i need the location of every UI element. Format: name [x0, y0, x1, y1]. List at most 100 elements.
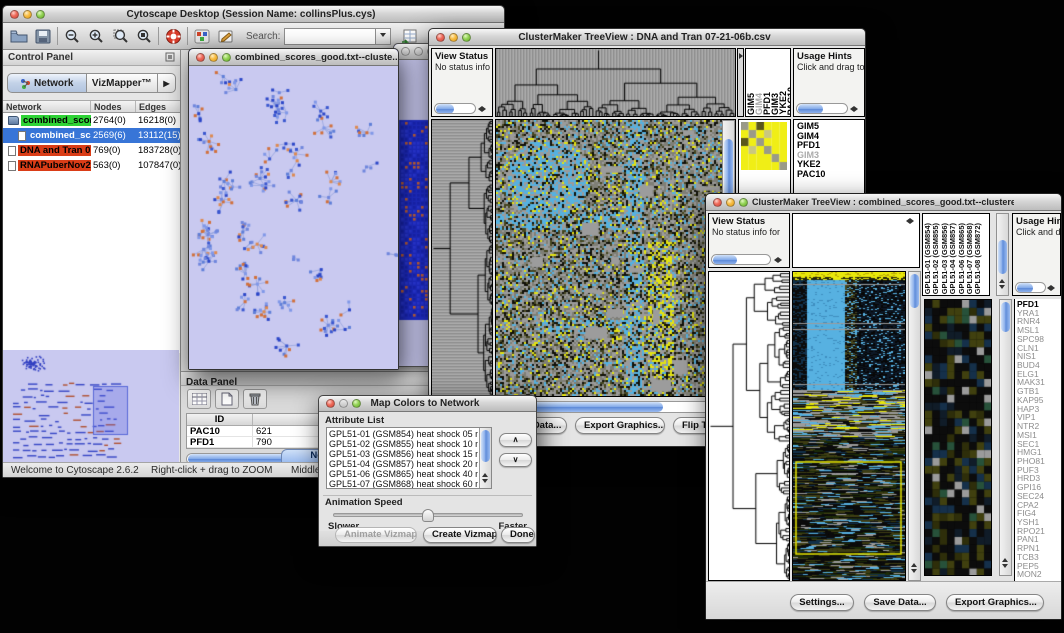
usage-hints-scrollbar[interactable] [796, 103, 848, 114]
zoom-button[interactable] [222, 53, 231, 62]
network-name: DNA and Tran 07 [18, 145, 91, 156]
attribute-list[interactable]: GPL51-01 (GSM854) heat shock 05 minGPL51… [326, 427, 492, 489]
network1-title: combined_scores_good.txt--cluste... [231, 52, 398, 63]
attribute-list-item[interactable]: GPL51-03 (GSM856) heat shock 15 min [327, 449, 478, 459]
treeview1-title: ClusterMaker TreeView : DNA and Tran 07-… [471, 32, 818, 43]
heatmap-global-view[interactable] [792, 271, 906, 581]
attribute-list-item[interactable]: GPL51-02 (GSM855) heat shock 10 min [327, 439, 478, 449]
create-vizmap-button[interactable]: Create Vizmap [423, 527, 497, 543]
delete-attribute-button[interactable] [243, 389, 267, 409]
network-view-canvas[interactable] [189, 66, 398, 369]
minimize-button[interactable] [449, 33, 458, 42]
network-table-header[interactable]: Network Nodes Edges [3, 100, 180, 113]
network-list-row[interactable]: combined_scores2764(0)16218(0) [3, 113, 180, 128]
tab-overflow-button[interactable]: ▶ [158, 73, 176, 93]
zoom-button[interactable] [462, 33, 471, 42]
settings-button[interactable]: Settings... [790, 594, 854, 611]
save-session-button[interactable] [31, 26, 55, 47]
table-col-id[interactable]: ID [187, 414, 253, 425]
column-labels-scrollbar[interactable] [996, 213, 1009, 296]
export-graphics-button[interactable]: Export Graphics... [946, 594, 1044, 611]
search-input[interactable] [284, 28, 376, 45]
create-attribute-button[interactable] [215, 389, 239, 409]
gene-dendrogram-pane[interactable] [431, 119, 493, 397]
zoom-selected-button[interactable] [108, 26, 132, 47]
help-button[interactable] [161, 26, 185, 47]
view-status-scrollbar[interactable] [711, 254, 771, 265]
close-button[interactable] [436, 33, 445, 42]
network-list-row[interactable]: combined_sco2569(6)13112(15) [3, 128, 180, 143]
attribute-list-item[interactable]: GPL51-06 (GSM865) heat shock 40 min [327, 469, 478, 479]
zoom-column-labels: GIM5GIM4PFD1GIM3YKE2PAC10 [745, 48, 791, 117]
move-up-button[interactable]: ∧ [499, 433, 532, 447]
close-button[interactable] [10, 10, 19, 19]
node-count: 2569(6) [91, 130, 136, 141]
network1-title-bar[interactable]: combined_scores_good.txt--cluste... [189, 49, 398, 66]
global-view-vscrollbar[interactable] [908, 271, 921, 581]
minimize-button[interactable] [23, 10, 32, 19]
network-list-row[interactable]: RNAPuberNov2+563(0)107847(0) [3, 158, 180, 173]
minimize-button[interactable] [209, 53, 218, 62]
search-dropdown-button[interactable] [376, 28, 391, 45]
annotation-button[interactable] [214, 26, 238, 47]
zoom-button[interactable] [739, 198, 748, 207]
open-session-button[interactable] [7, 26, 31, 47]
network-view-window-1: combined_scores_good.txt--cluste... [188, 48, 399, 370]
zoom-out-button[interactable] [60, 26, 84, 47]
float-panel-icon[interactable] [165, 49, 175, 67]
save-data-button[interactable]: Save Data... [864, 594, 936, 611]
close-button[interactable] [713, 198, 722, 207]
attribute-select-button[interactable] [187, 389, 211, 409]
network-name: combined_scores [21, 115, 91, 126]
move-down-button[interactable]: ∨ [499, 453, 532, 467]
network-list-row[interactable]: DNA and Tran 07769(0)183728(0) [3, 143, 180, 158]
heatmap-zoom-view[interactable] [924, 299, 992, 576]
heatmap-global-view[interactable] [495, 119, 736, 397]
gene-label: PAC10 [797, 170, 864, 180]
gene-dendrogram-pane[interactable] [708, 271, 790, 581]
view-status-scrollbar[interactable] [434, 103, 476, 114]
done-button[interactable]: Done [501, 527, 535, 543]
attribute-list-item[interactable]: GPL51-07 (GSM868) heat shock 60 min [327, 479, 478, 488]
animate-vizmap-button[interactable]: Animate Vizmap [335, 527, 417, 543]
zoom-in-button[interactable] [84, 26, 108, 47]
usage-hints-scrollbar[interactable] [1015, 282, 1046, 293]
export-graphics-button[interactable]: Export Graphics... [575, 417, 665, 434]
column-labels: GPL51-01 (GSM854)GPL51-02 (GSM855)GPL51-… [922, 213, 990, 296]
attribute-list-item[interactable]: GPL51-01 (GSM854) heat shock 05 min [327, 429, 478, 439]
usage-hints-panel: Usage Hints Click and drag to [1012, 213, 1061, 296]
network-list: combined_scores2764(0)16218(0)combined_s… [3, 113, 180, 353]
treeview2-title: ClusterMaker TreeView : combined_scores_… [748, 197, 1014, 207]
minimize-button[interactable] [414, 47, 423, 56]
close-button[interactable] [401, 47, 410, 56]
treeview-window-2: ClusterMaker TreeView : combined_scores_… [705, 193, 1062, 620]
minimize-button[interactable] [726, 198, 735, 207]
birdseye-view-canvas[interactable] [3, 350, 179, 462]
edge-count: 183728(0) [136, 145, 180, 156]
zoom-fit-button[interactable] [132, 26, 156, 47]
status-zoom-hint: Right-click + drag to ZOOM [151, 465, 272, 476]
map-colors-dialog: Map Colors to Network Attribute List GPL… [318, 395, 537, 547]
zoom-view-vscrollbar[interactable] [999, 299, 1012, 576]
close-button[interactable] [326, 399, 335, 408]
slider-thumb[interactable] [422, 509, 434, 522]
divider-strip[interactable] [737, 48, 744, 117]
file-icon [8, 161, 16, 171]
zoom-button[interactable] [352, 399, 361, 408]
zoom-button[interactable] [36, 10, 45, 19]
main-title-bar[interactable]: Cytoscape Desktop (Session Name: collins… [3, 6, 504, 23]
attribute-list-item[interactable]: GPL51-04 (GSM857) heat shock 20 min [327, 459, 478, 469]
animation-speed-slider[interactable] [333, 513, 523, 517]
column-dendrogram-pane[interactable] [495, 48, 736, 117]
close-button[interactable] [196, 53, 205, 62]
search-label: Search: [246, 31, 280, 42]
tab-network[interactable]: Network [7, 73, 87, 93]
minimize-button[interactable] [339, 399, 348, 408]
tab-vizmapper[interactable]: VizMapper™ [87, 73, 158, 93]
dialog-title-bar[interactable]: Map Colors to Network [319, 396, 536, 412]
column-dendrogram-pane[interactable] [792, 213, 920, 268]
vizmapper-icon-button[interactable] [190, 26, 214, 47]
treeview1-title-bar[interactable]: ClusterMaker TreeView : DNA and Tran 07-… [429, 29, 865, 46]
treeview2-title-bar[interactable]: ClusterMaker TreeView : combined_scores_… [706, 194, 1061, 211]
attribute-list-scrollbar[interactable] [479, 428, 491, 488]
